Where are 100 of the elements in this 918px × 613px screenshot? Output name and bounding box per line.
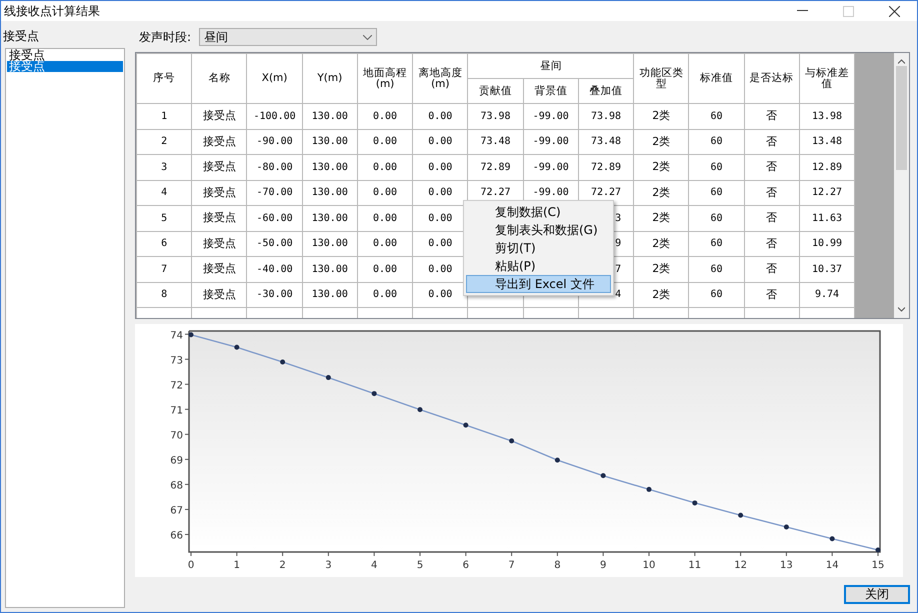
column-header: 贡献值 <box>468 78 524 104</box>
table-cell: 0.00 <box>357 206 413 231</box>
y-tick-label: 69 <box>170 455 183 466</box>
data-point <box>692 500 698 506</box>
table-cell: 60 <box>688 104 744 129</box>
table-cell: 3 <box>136 154 192 180</box>
table-cell: 2类 <box>634 282 689 308</box>
x-tick-label: 7 <box>508 560 515 571</box>
table-cell: 2类 <box>634 256 689 282</box>
table-cell: 0.00 <box>357 231 413 256</box>
table-cell: 0.00 <box>357 180 413 206</box>
table-cell: 否 <box>744 256 800 282</box>
table-cell: 60 <box>688 180 744 206</box>
table-cell: -30.00 <box>246 282 302 308</box>
table-cell: 130.00 <box>302 256 358 282</box>
table-cell: 60 <box>688 154 744 180</box>
scroll-down-icon[interactable] <box>898 307 906 312</box>
data-point <box>554 458 560 463</box>
scroll-thumb[interactable] <box>896 66 908 170</box>
scroll-up-icon[interactable] <box>898 59 906 64</box>
table-cell: 2类 <box>634 129 689 154</box>
table-cell: 8 <box>136 282 192 308</box>
table-cell: 130.00 <box>302 206 358 231</box>
table-cell: 否 <box>744 231 800 256</box>
data-point <box>234 344 240 350</box>
data-point <box>372 391 377 396</box>
column-header: 功能区类型 <box>634 54 689 104</box>
menu-item[interactable]: 导出到 Excel 文件 <box>466 275 611 293</box>
table-cell: 130.00 <box>302 104 358 129</box>
table-cell: 否 <box>744 129 800 154</box>
x-tick-label: 4 <box>371 560 378 571</box>
data-point <box>784 524 789 530</box>
table-cell: 73.98 <box>578 104 634 129</box>
table-cell: 否 <box>744 154 800 180</box>
table-cell: 2类 <box>634 104 689 129</box>
column-header: 地面高程(m) <box>357 54 413 104</box>
table-cell: -50.00 <box>246 231 302 256</box>
table-cell: 60 <box>688 256 744 282</box>
data-point <box>876 548 880 552</box>
data-point <box>188 332 194 338</box>
data-point <box>738 512 744 518</box>
y-tick-label: 68 <box>170 480 183 492</box>
list-item[interactable]: 接受点 <box>7 50 123 61</box>
table-cell: 130.00 <box>302 282 358 308</box>
table-cell: 0.00 <box>357 129 413 154</box>
table-cell: 接受点 <box>192 154 247 180</box>
column-header: Y(m) <box>302 54 358 104</box>
column-header: 离地高度(m) <box>412 54 468 104</box>
x-tick-label: 6 <box>462 560 469 571</box>
x-tick-label: 15 <box>872 560 884 571</box>
data-point <box>830 536 835 542</box>
x-tick-label: 3 <box>325 560 332 571</box>
table-cell: 0.00 <box>357 154 413 180</box>
table-cell: 73.98 <box>468 104 524 129</box>
period-dropdown[interactable]: 昼间 <box>199 28 378 46</box>
close-icon[interactable] <box>888 6 900 16</box>
table-cell: 0.00 <box>357 104 413 129</box>
table-cell: 60 <box>688 282 744 308</box>
table-cell: 0.00 <box>357 282 413 308</box>
table-cell: -99.00 <box>523 104 578 129</box>
x-tick-label: 8 <box>554 560 561 571</box>
column-header: 标准值 <box>688 54 744 104</box>
column-header: 是否达标 <box>744 54 800 104</box>
table-cell: 接受点 <box>192 206 247 231</box>
table-cell: 73.48 <box>468 129 524 154</box>
x-tick-label: 2 <box>279 560 286 571</box>
x-tick-label: 1 <box>234 560 240 571</box>
minimize-icon[interactable] <box>796 10 808 12</box>
table-cell: -99.00 <box>523 129 578 154</box>
table-cell: 2类 <box>634 206 689 231</box>
table-cell: 0.00 <box>412 129 468 154</box>
window-title: 线接收点计算结果 <box>4 3 101 20</box>
table-cell: 否 <box>744 104 800 129</box>
x-tick-label: 11 <box>688 560 702 571</box>
table-cell: -80.00 <box>246 154 302 180</box>
x-tick-label: 9 <box>600 560 606 571</box>
table-cell: 1 <box>136 104 192 129</box>
table-cell: 60 <box>688 129 744 154</box>
table-cell: 2类 <box>634 180 689 206</box>
data-point <box>280 360 286 365</box>
period-label: 发声时段: <box>139 29 192 46</box>
close-button[interactable]: 关闭 <box>844 584 910 604</box>
table-cell: 0.00 <box>412 104 468 129</box>
table-cell: 接受点 <box>192 231 247 256</box>
table-cell: 2类 <box>634 231 689 256</box>
table-cell: 4 <box>136 180 192 206</box>
data-point <box>509 438 514 444</box>
table-cell: 0.00 <box>357 256 413 282</box>
table-cell: -100.00 <box>246 104 302 129</box>
table-cell: -60.00 <box>246 206 302 231</box>
table-cell: 130.00 <box>302 231 358 256</box>
x-tick-label: 12 <box>734 560 747 571</box>
x-tick-label: 13 <box>780 560 793 571</box>
table-cell: 60 <box>688 206 744 231</box>
table-cell: 2类 <box>634 154 689 180</box>
y-tick-label: 71 <box>170 405 183 416</box>
y-tick-label: 72 <box>170 380 183 392</box>
table-cell: 72.89 <box>468 154 524 180</box>
column-header: 序号 <box>136 54 192 104</box>
table-cell: 接受点 <box>192 256 247 282</box>
